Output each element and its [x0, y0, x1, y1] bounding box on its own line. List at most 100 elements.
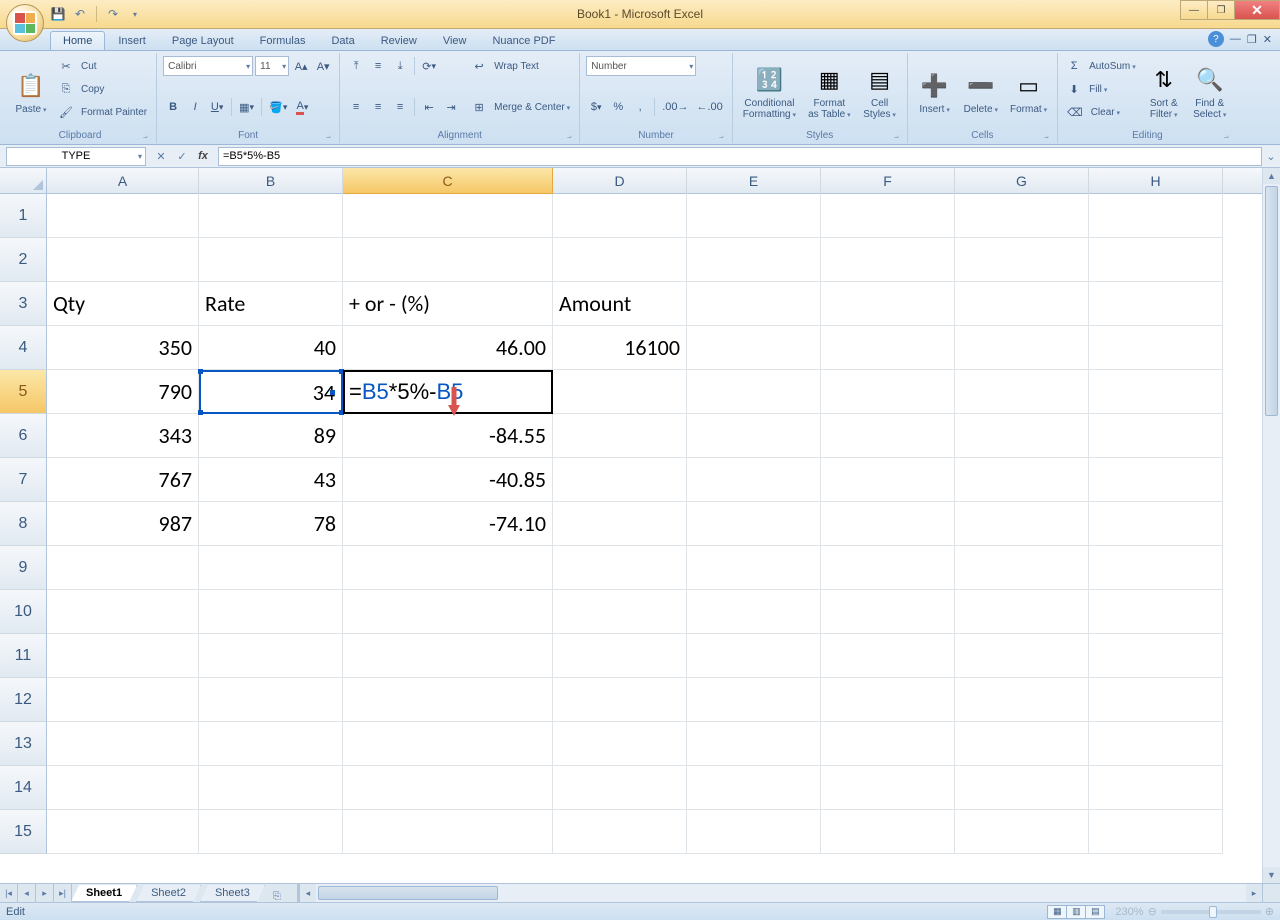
cell-A9[interactable]	[47, 546, 199, 590]
cell-H2[interactable]	[1089, 238, 1223, 282]
cell-G1[interactable]	[955, 194, 1089, 238]
fill-color-button[interactable]: 🪣▾	[266, 97, 290, 117]
cell-G15[interactable]	[955, 810, 1089, 854]
cell-A5[interactable]: 790	[47, 370, 199, 414]
merge-center-button[interactable]: ⊞	[469, 97, 489, 117]
sheet-tab-2[interactable]: Sheet2	[136, 885, 201, 902]
cell-A11[interactable]	[47, 634, 199, 678]
cell-B5[interactable]: 34	[199, 370, 343, 414]
cell-H8[interactable]	[1089, 502, 1223, 546]
cell-E6[interactable]	[687, 414, 821, 458]
cell-E9[interactable]	[687, 546, 821, 590]
cell-G14[interactable]	[955, 766, 1089, 810]
zoom-in-button[interactable]: ⊕	[1265, 905, 1274, 918]
cell-F7[interactable]	[821, 458, 955, 502]
row-header-13[interactable]: 13	[0, 722, 47, 766]
format-as-table-button[interactable]: ▦Format as Table	[804, 55, 855, 129]
cell-H1[interactable]	[1089, 194, 1223, 238]
percent-button[interactable]: %	[608, 97, 628, 117]
tab-page-layout[interactable]: Page Layout	[159, 31, 247, 50]
cell-B11[interactable]	[199, 634, 343, 678]
cell-A10[interactable]	[47, 590, 199, 634]
cell-H9[interactable]	[1089, 546, 1223, 590]
cell-D11[interactable]	[553, 634, 687, 678]
cell-H6[interactable]	[1089, 414, 1223, 458]
tab-home[interactable]: Home	[50, 31, 105, 50]
cell-A2[interactable]	[47, 238, 199, 282]
increase-font-button[interactable]: A▴	[291, 56, 311, 76]
vertical-scrollbar[interactable]: ▲ ▼	[1262, 168, 1280, 883]
copy-button[interactable]: ⎘	[56, 79, 76, 99]
currency-button[interactable]: $▾	[586, 97, 606, 117]
cell-F8[interactable]	[821, 502, 955, 546]
cell-D9[interactable]	[553, 546, 687, 590]
minimize-button[interactable]: —	[1180, 0, 1208, 20]
row-header-6[interactable]: 6	[0, 414, 47, 458]
cell-A8[interactable]: 987	[47, 502, 199, 546]
row-header-3[interactable]: 3	[0, 282, 47, 326]
cell-F6[interactable]	[821, 414, 955, 458]
cell-E4[interactable]	[687, 326, 821, 370]
format-painter-button[interactable]: 🖌	[56, 102, 76, 122]
column-header-C[interactable]: C	[343, 168, 553, 194]
cell-C6[interactable]: -84.55	[343, 414, 553, 458]
cell-C12[interactable]	[343, 678, 553, 722]
tab-insert[interactable]: Insert	[105, 31, 159, 50]
font-name-combo[interactable]: Calibri	[163, 56, 253, 76]
fill-button[interactable]: ⬇	[1064, 79, 1084, 99]
cell-A7[interactable]: 767	[47, 458, 199, 502]
cell-E5[interactable]	[687, 370, 821, 414]
cell-B15[interactable]	[199, 810, 343, 854]
sheet-tab-3[interactable]: Sheet3	[200, 885, 265, 902]
horizontal-scrollbar[interactable]: ◂ ▸	[297, 884, 1262, 902]
cell-B1[interactable]	[199, 194, 343, 238]
cell-E12[interactable]	[687, 678, 821, 722]
cell-C7[interactable]: -40.85	[343, 458, 553, 502]
cell-F3[interactable]	[821, 282, 955, 326]
save-icon[interactable]: 💾	[50, 6, 66, 22]
cell-D14[interactable]	[553, 766, 687, 810]
cell-C13[interactable]	[343, 722, 553, 766]
delete-cells-button[interactable]: ➖Delete	[960, 55, 1002, 129]
cell-B8[interactable]: 78	[199, 502, 343, 546]
underline-button[interactable]: U▾	[207, 97, 227, 117]
cell-F13[interactable]	[821, 722, 955, 766]
doc-close-button[interactable]: ✕	[1263, 33, 1272, 46]
cell-C15[interactable]	[343, 810, 553, 854]
cell-C9[interactable]	[343, 546, 553, 590]
scroll-thumb[interactable]	[1265, 186, 1278, 416]
decrease-font-button[interactable]: A▾	[313, 56, 333, 76]
row-header-8[interactable]: 8	[0, 502, 47, 546]
row-header-2[interactable]: 2	[0, 238, 47, 282]
cell-C2[interactable]	[343, 238, 553, 282]
cell-F12[interactable]	[821, 678, 955, 722]
font-color-button[interactable]: A▾	[292, 97, 312, 117]
cell-F2[interactable]	[821, 238, 955, 282]
hscroll-thumb[interactable]	[318, 886, 498, 900]
cell-D3[interactable]: Amount	[553, 282, 687, 326]
cell-H14[interactable]	[1089, 766, 1223, 810]
first-sheet-button[interactable]: |◂	[0, 884, 18, 902]
column-header-G[interactable]: G	[955, 168, 1089, 194]
cell-E10[interactable]	[687, 590, 821, 634]
cell-D10[interactable]	[553, 590, 687, 634]
office-button[interactable]	[6, 4, 44, 42]
column-header-A[interactable]: A	[47, 168, 199, 194]
cell-E1[interactable]	[687, 194, 821, 238]
cell-C8[interactable]: -74.10	[343, 502, 553, 546]
align-left-button[interactable]: ≡	[346, 97, 366, 117]
cell-E8[interactable]	[687, 502, 821, 546]
cell-B9[interactable]	[199, 546, 343, 590]
row-header-15[interactable]: 15	[0, 810, 47, 854]
cell-F1[interactable]	[821, 194, 955, 238]
cell-F15[interactable]	[821, 810, 955, 854]
tab-view[interactable]: View	[430, 31, 480, 50]
decrease-indent-button[interactable]: ⇤	[419, 97, 439, 117]
normal-view-button[interactable]: ▦	[1047, 905, 1067, 919]
cell-A1[interactable]	[47, 194, 199, 238]
column-header-B[interactable]: B	[199, 168, 343, 194]
cell-G8[interactable]	[955, 502, 1089, 546]
cell-F9[interactable]	[821, 546, 955, 590]
row-header-11[interactable]: 11	[0, 634, 47, 678]
cell-D7[interactable]	[553, 458, 687, 502]
